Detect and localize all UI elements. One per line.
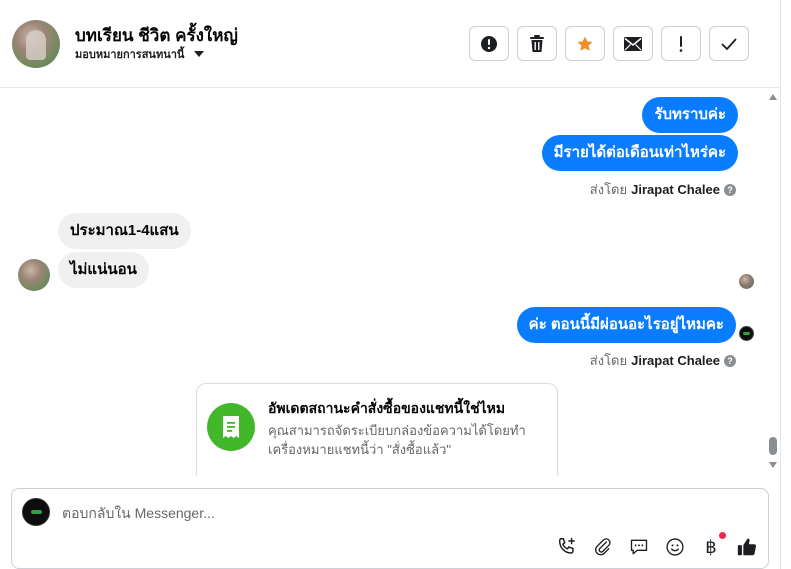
mark-spam-button[interactable] (469, 26, 509, 61)
scrollbar-thumb[interactable] (769, 437, 777, 455)
order-status-card[interactable]: อัพเดตสถานะคำสั่งซื้อของแชทนี้ใช่ไหม คุณ… (196, 383, 558, 476)
sender-avatar-icon (739, 326, 754, 341)
order-card-description: คุณสามารถจัดระเบียบกล่องข้อความได้โดยทำเ… (268, 423, 526, 457)
contact-avatar-small (18, 259, 50, 291)
conversation-header: บทเรียน ชีวิต ครั้งใหญ่ มอบหมายการสนทนาน… (0, 0, 780, 88)
composer-toolbar: ฿ (555, 532, 759, 559)
sent-by-prefix: ส่งโดย (589, 182, 628, 197)
exclamation-icon (679, 35, 683, 52)
thread-scrollbar[interactable] (766, 89, 780, 476)
panel-divider (780, 0, 781, 569)
sent-by-prefix: ส่งโดย (589, 353, 628, 368)
incoming-message[interactable]: ไม่แน่นอน (58, 252, 149, 288)
contact-avatar[interactable] (12, 20, 60, 68)
follow-up-button[interactable] (661, 26, 701, 61)
order-card-title: อัพเดตสถานะคำสั่งซื้อของแชทนี้ใช่ไหม (268, 400, 506, 416)
message-thread: รับทราบค่ะ มีรายได้ต่อเดือนเท่าไหร่คะ ส่… (0, 89, 766, 476)
seen-avatar-icon (739, 274, 754, 289)
trash-icon (530, 34, 544, 52)
star-icon (577, 36, 593, 51)
help-icon[interactable]: ? (724, 354, 736, 367)
receipt-icon (207, 403, 255, 451)
help-icon[interactable]: ? (724, 183, 736, 196)
scroll-down-arrow-icon[interactable] (769, 462, 777, 468)
page-avatar (22, 498, 50, 526)
assign-conversation-label: มอบหมายการสนทนานี้ (75, 49, 185, 61)
thumbs-up-icon[interactable] (735, 535, 759, 559)
baht-icon[interactable]: ฿ (699, 532, 726, 559)
notification-dot (719, 532, 726, 539)
outgoing-message[interactable]: รับทราบค่ะ (642, 97, 738, 133)
message-composer: ฿ (11, 488, 769, 569)
sent-by-name: Jirapat Chalee (631, 353, 720, 368)
reply-input[interactable] (62, 503, 662, 523)
incoming-message[interactable]: ประมาณ1-4แสน (58, 213, 191, 249)
caret-down-icon (194, 51, 205, 57)
conversation-toolbar (469, 26, 749, 61)
outgoing-message[interactable]: มีรายได้ต่อเดือนเท่าไหร่คะ (541, 135, 738, 171)
scroll-up-arrow-icon[interactable] (769, 94, 777, 100)
outgoing-message[interactable]: ค่ะ ตอนนี้มีผ่อนอะไรอยู่ไหมคะ (516, 307, 736, 343)
paperclip-icon[interactable] (591, 535, 615, 559)
phone-plus-icon[interactable] (555, 535, 579, 559)
chat-bubble-icon[interactable] (627, 535, 651, 559)
baht-symbol: ฿ (705, 536, 717, 558)
mark-done-button[interactable] (709, 26, 749, 61)
assign-conversation-dropdown[interactable]: มอบหมายการสนทนานี้ (75, 45, 205, 63)
emoji-icon[interactable] (663, 535, 687, 559)
alert-circle-icon (481, 35, 497, 52)
sent-by-name: Jirapat Chalee (631, 182, 720, 197)
delete-button[interactable] (517, 26, 557, 61)
mark-unread-button[interactable] (613, 26, 653, 61)
check-icon (721, 37, 737, 50)
sent-by-label: ส่งโดย Jirapat Chalee ? (590, 179, 736, 200)
star-button[interactable] (565, 26, 605, 61)
envelope-icon (624, 36, 642, 51)
sent-by-label: ส่งโดย Jirapat Chalee ? (590, 350, 736, 371)
